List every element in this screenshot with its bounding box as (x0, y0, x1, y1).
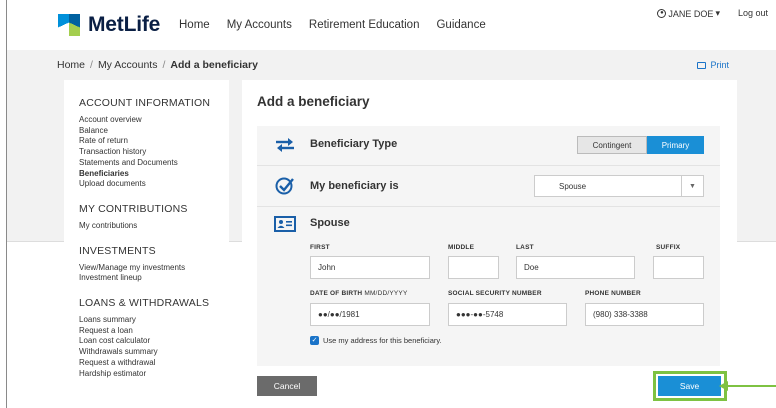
sidebar-item-hardship-estimator[interactable]: Hardship estimator (79, 369, 229, 380)
sidebar-loans: LOANS & WITHDRAWALS Loans summary Reques… (79, 297, 229, 379)
sidebar-investments: INVESTMENTS View/Manage my investments I… (79, 245, 229, 284)
beneficiary-type-row: Beneficiary Type Contingent Primary (257, 126, 720, 166)
sidebar-heading: MY CONTRIBUTIONS (79, 202, 188, 215)
middle-name-input[interactable] (448, 256, 499, 279)
dob-format-hint: MM/DD/YYYY (364, 290, 408, 297)
sidebar-contributions: MY CONTRIBUTIONS My contributions (79, 203, 229, 232)
sidebar-item-request-loan[interactable]: Request a loan (79, 326, 229, 337)
chevron-down-icon: ▾ (715, 8, 720, 18)
sidebar-item-statements[interactable]: Statements and Documents (79, 158, 229, 169)
sidebar-heading: ACCOUNT INFORMATION (79, 97, 211, 109)
checkmark-icon: ✓ (310, 336, 319, 345)
relationship-label: My beneficiary is (310, 180, 399, 192)
nav-retirement-education[interactable]: Retirement Education (309, 19, 420, 31)
first-name-input[interactable]: John (310, 256, 430, 279)
breadcrumb-home[interactable]: Home (57, 59, 85, 71)
metlife-logo[interactable]: MetLife (58, 13, 160, 37)
use-my-address-label: Use my address for this beneficiary. (323, 336, 442, 345)
main-nav: Home My Accounts Retirement Education Gu… (179, 19, 503, 31)
sidebar-item-request-withdrawal[interactable]: Request a withdrawal (79, 358, 229, 369)
suffix-input[interactable] (653, 256, 704, 279)
breadcrumb-current: Add a beneficiary (170, 59, 258, 71)
sidebar-item-manage-investments[interactable]: View/Manage my investments (79, 263, 229, 274)
beneficiary-type-toggle: Contingent Primary (577, 136, 704, 154)
ssn-label: SOCIAL SECURITY NUMBER (448, 290, 542, 297)
user-name: JANE DOE (668, 8, 714, 19)
sidebar-item-my-contributions[interactable]: My contributions (79, 221, 229, 232)
sidebar-item-loans-summary[interactable]: Loans summary (79, 315, 229, 326)
use-my-address-checkbox[interactable]: ✓ Use my address for this beneficiary. (310, 336, 442, 345)
check-circle-icon (275, 176, 295, 201)
page-title: Add a beneficiary (257, 94, 370, 109)
pointer-arrow-line (727, 385, 776, 387)
brand-name: MetLife (88, 13, 161, 36)
dob-input[interactable]: ●●/●●/1981 (310, 303, 430, 326)
sidebar-item-withdrawals-summary[interactable]: Withdrawals summary (79, 347, 229, 358)
sidebar-item-investment-lineup[interactable]: Investment lineup (79, 273, 229, 284)
sidebar-item-rate-of-return[interactable]: Rate of return (79, 136, 229, 147)
sidebar-item-upload-documents[interactable]: Upload documents (79, 179, 229, 190)
relationship-select[interactable]: Spouse ▼ (534, 175, 704, 197)
user-bar: ● JANE DOE ▾ Log out (657, 8, 768, 19)
dob-label: DATE OF BIRTH MM/DD/YYYY (310, 290, 408, 297)
site-header: MetLife Home My Accounts Retirement Educ… (7, 0, 776, 50)
first-name-label: FIRST (310, 244, 330, 251)
save-button[interactable]: Save (658, 376, 721, 396)
primary-option[interactable]: Primary (647, 136, 704, 154)
breadcrumb-my-accounts[interactable]: My Accounts (98, 59, 158, 71)
sidebar: ACCOUNT INFORMATION Account overview Bal… (64, 80, 229, 408)
nav-home[interactable]: Home (179, 19, 210, 31)
printer-icon (697, 61, 707, 69)
nav-my-accounts[interactable]: My Accounts (227, 19, 292, 31)
phone-label: PHONE NUMBER (585, 290, 641, 297)
sidebar-item-account-overview[interactable]: Account overview (79, 115, 229, 126)
phone-input[interactable]: (980) 338-3388 (585, 303, 704, 326)
metlife-logo-icon (58, 14, 80, 36)
sidebar-item-beneficiaries[interactable]: Beneficiaries (79, 169, 229, 180)
pointer-arrow-icon (719, 381, 728, 391)
relationship-value: Spouse (559, 181, 587, 191)
relationship-row: My beneficiary is Spouse ▼ (257, 166, 720, 207)
id-card-icon (274, 216, 296, 237)
sidebar-item-transaction-history[interactable]: Transaction history (79, 147, 229, 158)
main-panel: Add a beneficiary Beneficiary Type Conti… (242, 80, 737, 408)
print-label: Print (710, 60, 729, 70)
contingent-option[interactable]: Contingent (577, 136, 647, 154)
breadcrumb: Home / My Accounts / Add a beneficiary (57, 59, 258, 71)
chevron-down-icon: ▼ (681, 176, 703, 196)
cancel-button[interactable]: Cancel (257, 376, 317, 396)
section-title: Spouse (310, 217, 350, 229)
sidebar-heading: LOANS & WITHDRAWALS (79, 297, 210, 310)
ssn-input[interactable]: ●●●-●●-5748 (448, 303, 567, 326)
user-icon: ● (657, 9, 667, 18)
middle-name-label: MIDDLE (448, 244, 475, 251)
print-button[interactable]: Print (697, 60, 729, 70)
user-menu[interactable]: ● JANE DOE ▾ (657, 8, 720, 19)
sidebar-item-balance[interactable]: Balance (79, 126, 229, 137)
nav-guidance[interactable]: Guidance (436, 19, 485, 31)
suffix-label: SUFFIX (656, 244, 681, 251)
beneficiary-form: Beneficiary Type Contingent Primary My b… (257, 126, 720, 366)
sidebar-account-information: ACCOUNT INFORMATION Account overview Bal… (79, 97, 229, 190)
browser-frame: MetLife Home My Accounts Retirement Educ… (6, 0, 776, 408)
logout-link[interactable]: Log out (738, 8, 768, 19)
sidebar-item-loan-calculator[interactable]: Loan cost calculator (79, 336, 229, 347)
beneficiary-type-label: Beneficiary Type (310, 138, 398, 150)
swap-arrows-icon (275, 137, 295, 158)
last-name-label: LAST (516, 244, 534, 251)
sidebar-heading: INVESTMENTS (79, 244, 156, 257)
last-name-input[interactable]: Doe (516, 256, 635, 279)
